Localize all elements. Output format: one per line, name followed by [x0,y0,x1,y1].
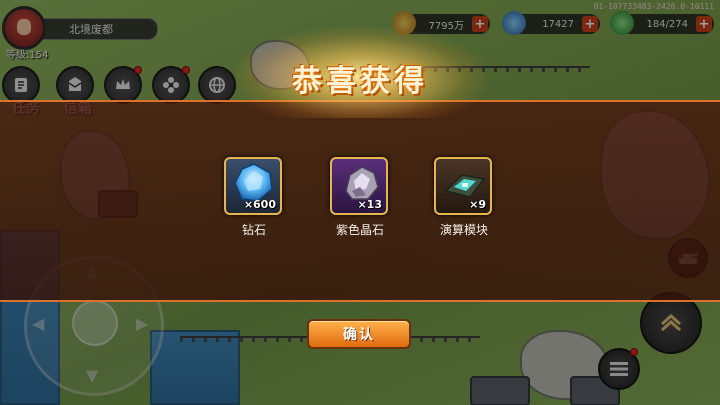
reward-item[interactable]: ×9 演算模块 [434,157,494,238]
reward-name: 紫色晶石 [335,223,384,237]
reward-item[interactable]: ×13 紫色晶石 [330,157,390,238]
reward-frame: ×600 [224,157,282,215]
confirm-button[interactable]: 确认 [307,319,411,349]
reward-name: 钻石 [241,223,266,237]
reward-quantity: ×9 [469,198,486,211]
reward-quantity: ×13 [357,198,382,211]
reward-frame: ×9 [434,157,492,215]
reward-frame: ×13 [330,157,388,215]
reward-name: 演算模块 [439,223,488,237]
modal-title: 恭喜获得 [292,64,428,99]
reward-item[interactable]: ×600 钻石 [224,157,284,238]
reward-quantity: ×600 [243,198,276,211]
